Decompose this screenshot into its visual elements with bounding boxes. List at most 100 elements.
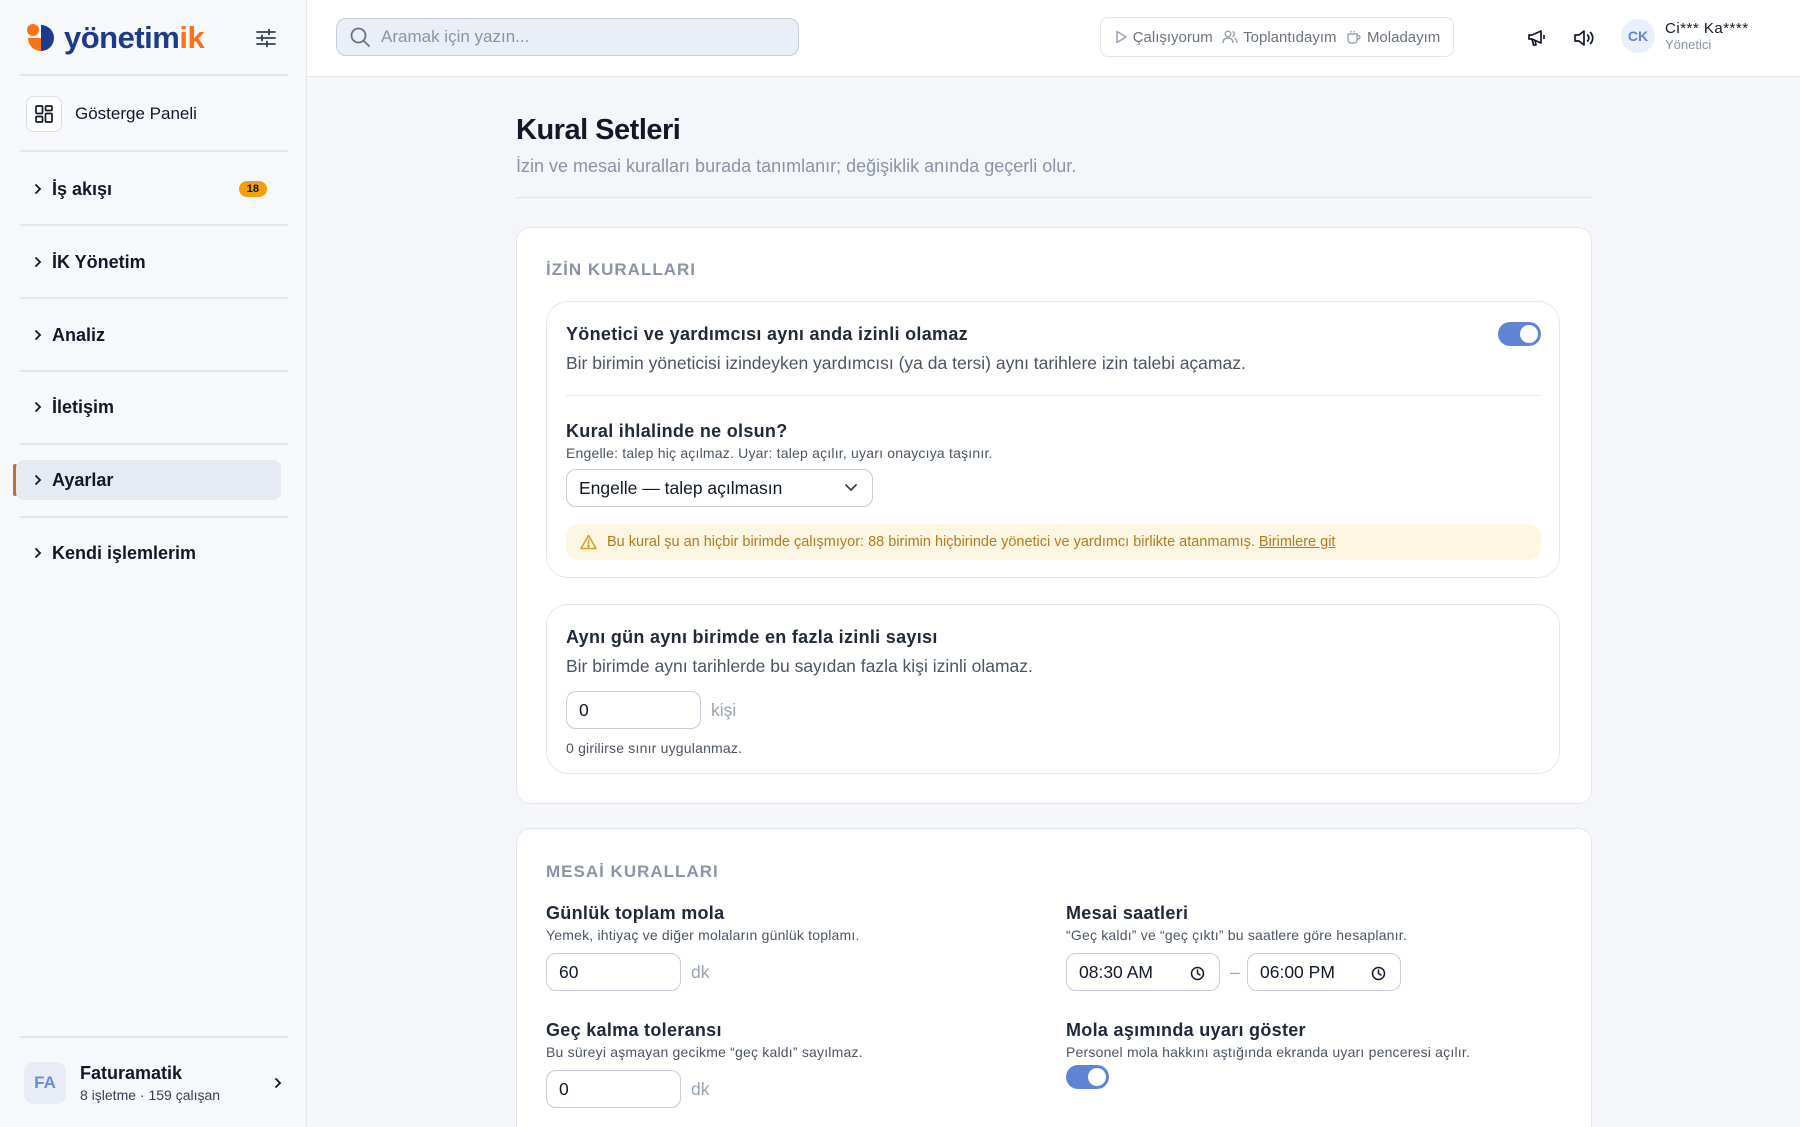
- work-rules-card: MESAİ KURALLARI Günlük toplam mola Yemek…: [516, 828, 1592, 1127]
- unit-label: kişi: [711, 700, 737, 720]
- user-name: Ci*** Ka****: [1665, 20, 1749, 37]
- org-name: Faturamatik: [80, 1063, 183, 1083]
- sidebar-item-hr[interactable]: İK Yönetim: [16, 242, 281, 282]
- max-leave-count-input[interactable]: [566, 691, 701, 729]
- rule-manager-deputy: Yönetici ve yardımcısı aynı anda izinli …: [546, 301, 1560, 578]
- sidebar-item-label: Ayarlar: [52, 469, 114, 490]
- rule-title: Yönetici ve yardımcısı aynı anda izinli …: [566, 324, 968, 344]
- status-break-button[interactable]: Moladayım: [1346, 29, 1440, 46]
- sidebar-divider: [20, 74, 288, 76]
- sidebar-item-label: İletişim: [52, 396, 115, 417]
- violation-label: Kural ihlalinde ne olsun?: [566, 421, 788, 441]
- rule-max-leave-per-unit: Aynı gün aynı birimde en fazla izinli sa…: [546, 604, 1560, 774]
- rule-description: Bir birimde aynı tarihlerde bu sayıdan f…: [566, 656, 1033, 676]
- field-title: Mesai saatleri: [1066, 903, 1189, 923]
- status-label: Moladayım: [1366, 28, 1441, 46]
- sidebar: yönetimik Gösterge Paneli İş akışı 18 İK…: [0, 0, 307, 1127]
- sidebar-item-label: Analiz: [52, 324, 106, 345]
- topbar: Çalışıyorum Toplantıdayım Moladayım CK C…: [307, 0, 1800, 77]
- field-title: Günlük toplam mola: [546, 903, 725, 923]
- time-separator: –: [1230, 962, 1240, 982]
- violation-help: Engelle: talep hiç açılmaz. Uyar: talep …: [566, 445, 993, 461]
- sidebar-item-label: Kendi işlemlerim: [52, 542, 197, 563]
- org-subtitle: 8 işletme · 159 çalışan: [80, 1087, 221, 1103]
- rule-divider: [566, 395, 1541, 396]
- chevron-right-icon: [35, 330, 42, 340]
- late-tolerance-input[interactable]: [546, 1070, 681, 1108]
- break-warning-field: Mola aşımında uyarı göster Personel mola…: [1066, 1020, 1566, 1120]
- user-menu[interactable]: CK Ci*** Ka**** Yönetici: [1621, 19, 1749, 53]
- break-warning-toggle[interactable]: [1066, 1065, 1109, 1089]
- volume-icon[interactable]: [1572, 26, 1596, 50]
- chevron-right-icon: [35, 184, 42, 194]
- sidebar-item-label: İş akışı: [52, 178, 113, 199]
- late-tolerance-field: Geç kalma toleransı Bu süreyi aşmayan ge…: [546, 1020, 1026, 1120]
- leave-rules-card: İZİN KURALLARI Yönetici ve yardımcısı ay…: [516, 227, 1592, 804]
- title-divider: [516, 197, 1592, 198]
- sidebar-item-analysis[interactable]: Analiz: [16, 315, 281, 355]
- section-heading: MESAİ KURALLARI: [546, 862, 719, 881]
- page-title: Kural Setleri: [516, 114, 681, 146]
- rule-warning-banner: Bu kural şu an hiçbir birimde çalışmıyor…: [566, 524, 1541, 560]
- rule-description: Bir birimin yöneticisi izindeyken yardım…: [566, 353, 1246, 373]
- status-label: Toplantıdayım: [1243, 28, 1337, 46]
- page-subtitle: İzin ve mesai kuralları burada tanımlanı…: [516, 156, 1077, 176]
- search-input[interactable]: [381, 27, 781, 47]
- organization-switcher[interactable]: FA Faturamatik 8 işletme · 159 çalışan: [24, 1060, 284, 1106]
- sidebar-divider: [20, 443, 288, 445]
- users-icon: [1222, 30, 1238, 44]
- sidebar-item-dashboard[interactable]: Gösterge Paneli: [26, 96, 197, 132]
- daily-break-input[interactable]: [546, 953, 681, 991]
- sidebar-item-my-actions[interactable]: Kendi işlemlerim: [16, 533, 281, 573]
- sidebar-divider: [20, 370, 288, 372]
- dashboard-grid-icon: [26, 96, 62, 132]
- unit-label: dk: [691, 1079, 710, 1099]
- status-meeting-button[interactable]: Toplantıdayım: [1222, 28, 1337, 46]
- time-value: 06:00 PM: [1260, 961, 1335, 982]
- field-help: 0 girilirse sınır uygulanmaz.: [566, 740, 743, 756]
- sidebar-item-settings[interactable]: Ayarlar: [16, 460, 281, 500]
- rule-enabled-toggle[interactable]: [1498, 322, 1541, 346]
- status-working-button[interactable]: Çalışıyorum: [1114, 29, 1213, 46]
- search-icon: [350, 27, 370, 47]
- field-help: Personel mola hakkını aştığında ekranda …: [1066, 1044, 1471, 1060]
- clock-icon: [1371, 966, 1386, 981]
- sidebar-divider: [20, 1036, 288, 1038]
- select-value: Engelle — talep açılmasın: [579, 477, 783, 498]
- field-help: Bu süreyi aşmayan gecikme “geç kaldı” sa…: [546, 1044, 863, 1060]
- work-end-time-input[interactable]: 06:00 PM: [1247, 953, 1401, 991]
- unit-label: dk: [691, 962, 710, 982]
- avatar: CK: [1621, 19, 1655, 53]
- logo-text: yönetimik: [64, 20, 205, 55]
- user-role: Yönetici: [1665, 37, 1712, 52]
- sidebar-settings-toggle-icon[interactable]: [254, 26, 278, 50]
- field-title: Mola aşımında uyarı göster: [1066, 1020, 1306, 1040]
- chevron-right-icon: [275, 1078, 282, 1088]
- megaphone-icon[interactable]: [1526, 26, 1550, 50]
- work-start-time-input[interactable]: 08:30 AM: [1066, 953, 1220, 991]
- violation-action-select[interactable]: Engelle — talep açılmasın: [566, 469, 873, 507]
- org-avatar: FA: [24, 1062, 66, 1104]
- warning-text: Bu kural şu an hiçbir birimde çalışmıyor…: [607, 534, 1255, 550]
- sidebar-item-label: İK Yönetim: [52, 251, 146, 272]
- status-label: Çalışıyorum: [1132, 28, 1213, 46]
- coffee-icon: [1347, 30, 1361, 44]
- search-box[interactable]: [336, 18, 799, 56]
- sidebar-item-communication[interactable]: İletişim: [16, 387, 281, 427]
- warning-icon: [580, 534, 597, 550]
- field-help: Yemek, ihtiyaç ve diğer molaların günlük…: [546, 927, 860, 943]
- sidebar-divider: [20, 224, 288, 226]
- sidebar-divider: [20, 297, 288, 299]
- work-hours-field: Mesai saatleri “Geç kaldı” ve “geç çıktı…: [1066, 903, 1566, 1003]
- chevron-right-icon: [35, 548, 42, 558]
- play-icon: [1115, 30, 1127, 44]
- chevron-right-icon: [35, 257, 42, 267]
- section-heading: İZİN KURALLARI: [546, 260, 696, 279]
- go-to-units-link[interactable]: Birimlere git: [1259, 534, 1336, 550]
- sidebar-item-workflow[interactable]: İş akışı 18: [16, 169, 281, 209]
- sidebar-divider: [20, 150, 288, 152]
- logo-mark-icon: [24, 21, 58, 55]
- field-help: “Geç kaldı” ve “geç çıktı” bu saatlere g…: [1066, 927, 1407, 943]
- count-badge: 18: [238, 181, 267, 197]
- app-logo[interactable]: yönetimik: [24, 20, 205, 56]
